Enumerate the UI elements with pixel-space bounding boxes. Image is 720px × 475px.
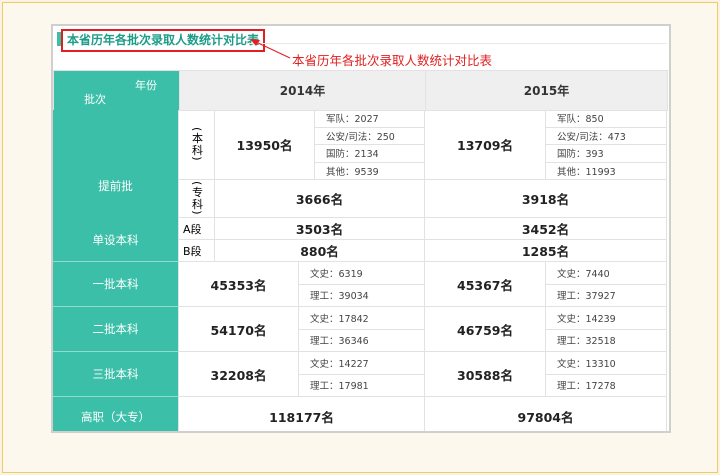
sanpi-2014-sub: 理工：17981 <box>299 374 425 397</box>
tiqian-2014-sub: 其他：9539 <box>315 162 425 180</box>
title-divider <box>247 43 667 44</box>
corner-batch-label: 批次 <box>84 93 106 106</box>
sanpi-2015: 30588名 <box>425 352 546 397</box>
danshe-b-2015: 1285名 <box>425 240 667 262</box>
admission-table: 年份 批次 2014年 2015年 <box>53 70 668 111</box>
year-2015-header: 2015年 <box>425 70 668 111</box>
erpi-2015: 46759名 <box>425 307 546 352</box>
batch-label-erpi: 二批本科 <box>53 307 179 352</box>
gaozhi-2014: 118177名 <box>179 397 425 431</box>
erpi-2014-sub: 文史：17842 <box>299 307 425 330</box>
danshe-b-2014: 880名 <box>215 240 425 262</box>
tiqian-2015-sub: 公安/司法：473 <box>546 127 667 145</box>
content-panel: 本省历年各批次录取人数统计对比表 年份 批次 2014年 2015年 提前批 (本… <box>51 24 671 433</box>
table-body: 提前批 (本科) 13950名 军队：2027 公安/司法：250 国防：2134 其他：9… <box>53 110 669 431</box>
yipi-2015-sub: 理工：37927 <box>546 284 667 307</box>
yipi-2014-sub: 文史：6319 <box>299 262 425 285</box>
tiqian-zhuanke-2015: 3918名 <box>425 180 667 218</box>
batch-label-yipi: 一批本科 <box>53 262 179 307</box>
danshe-a-label: A段 <box>179 218 215 240</box>
gaozhi-2015: 97804名 <box>425 397 667 431</box>
erpi-2015-sub: 理工：32518 <box>546 329 667 352</box>
tiqian-2015-sub: 其他：11993 <box>546 162 667 180</box>
erpi-2014-sub: 理工：36346 <box>299 329 425 352</box>
sanpi-2015-sub: 理工：17278 <box>546 374 667 397</box>
batch-label-gaozhi: 高职（大专） <box>53 397 179 431</box>
yipi-2015-sub: 文史：7440 <box>546 262 667 285</box>
danshe-a-2014: 3503名 <box>215 218 425 240</box>
sanpi-2014-sub: 文史：14227 <box>299 352 425 375</box>
danshe-b-label: B段 <box>179 240 215 262</box>
annotation-text: 本省历年各批次录取人数统计对比表 <box>292 53 493 68</box>
year-2014-header: 2014年 <box>179 70 426 111</box>
corner-header: 年份 批次 <box>53 70 180 111</box>
tiqian-2015-sub: 国防：393 <box>546 145 667 163</box>
yipi-2014: 45353名 <box>179 262 299 307</box>
batch-label-danshe: 单设本科 <box>53 218 179 262</box>
sanpi-2014: 32208名 <box>179 352 299 397</box>
yipi-2014-sub: 理工：39034 <box>299 284 425 307</box>
zhuanke-label: (专科) <box>179 180 215 218</box>
tiqian-2014-sub: 国防：2134 <box>315 145 425 163</box>
sanpi-2015-sub: 文史：13310 <box>546 352 667 375</box>
tiqian-2014-sub: 公安/司法：250 <box>315 127 425 145</box>
page-title: 本省历年各批次录取人数统计对比表 <box>61 29 266 52</box>
benke-label: (本科) <box>179 110 215 180</box>
tiqian-2015-sub: 军队：850 <box>546 110 667 128</box>
tiqian-2014-sub: 军队：2027 <box>315 110 425 128</box>
yipi-2015: 45367名 <box>425 262 546 307</box>
tiqian-zhuanke-2014: 3666名 <box>215 180 425 218</box>
tiqian-benke-2014: 13950名 <box>215 110 315 180</box>
erpi-2014: 54170名 <box>179 307 299 352</box>
erpi-2015-sub: 文史：14239 <box>546 307 667 330</box>
batch-label-sanpi: 三批本科 <box>53 352 179 397</box>
corner-year-label: 年份 <box>135 79 157 92</box>
danshe-a-2015: 3452名 <box>425 218 667 240</box>
tiqian-benke-2015: 13709名 <box>425 110 546 180</box>
